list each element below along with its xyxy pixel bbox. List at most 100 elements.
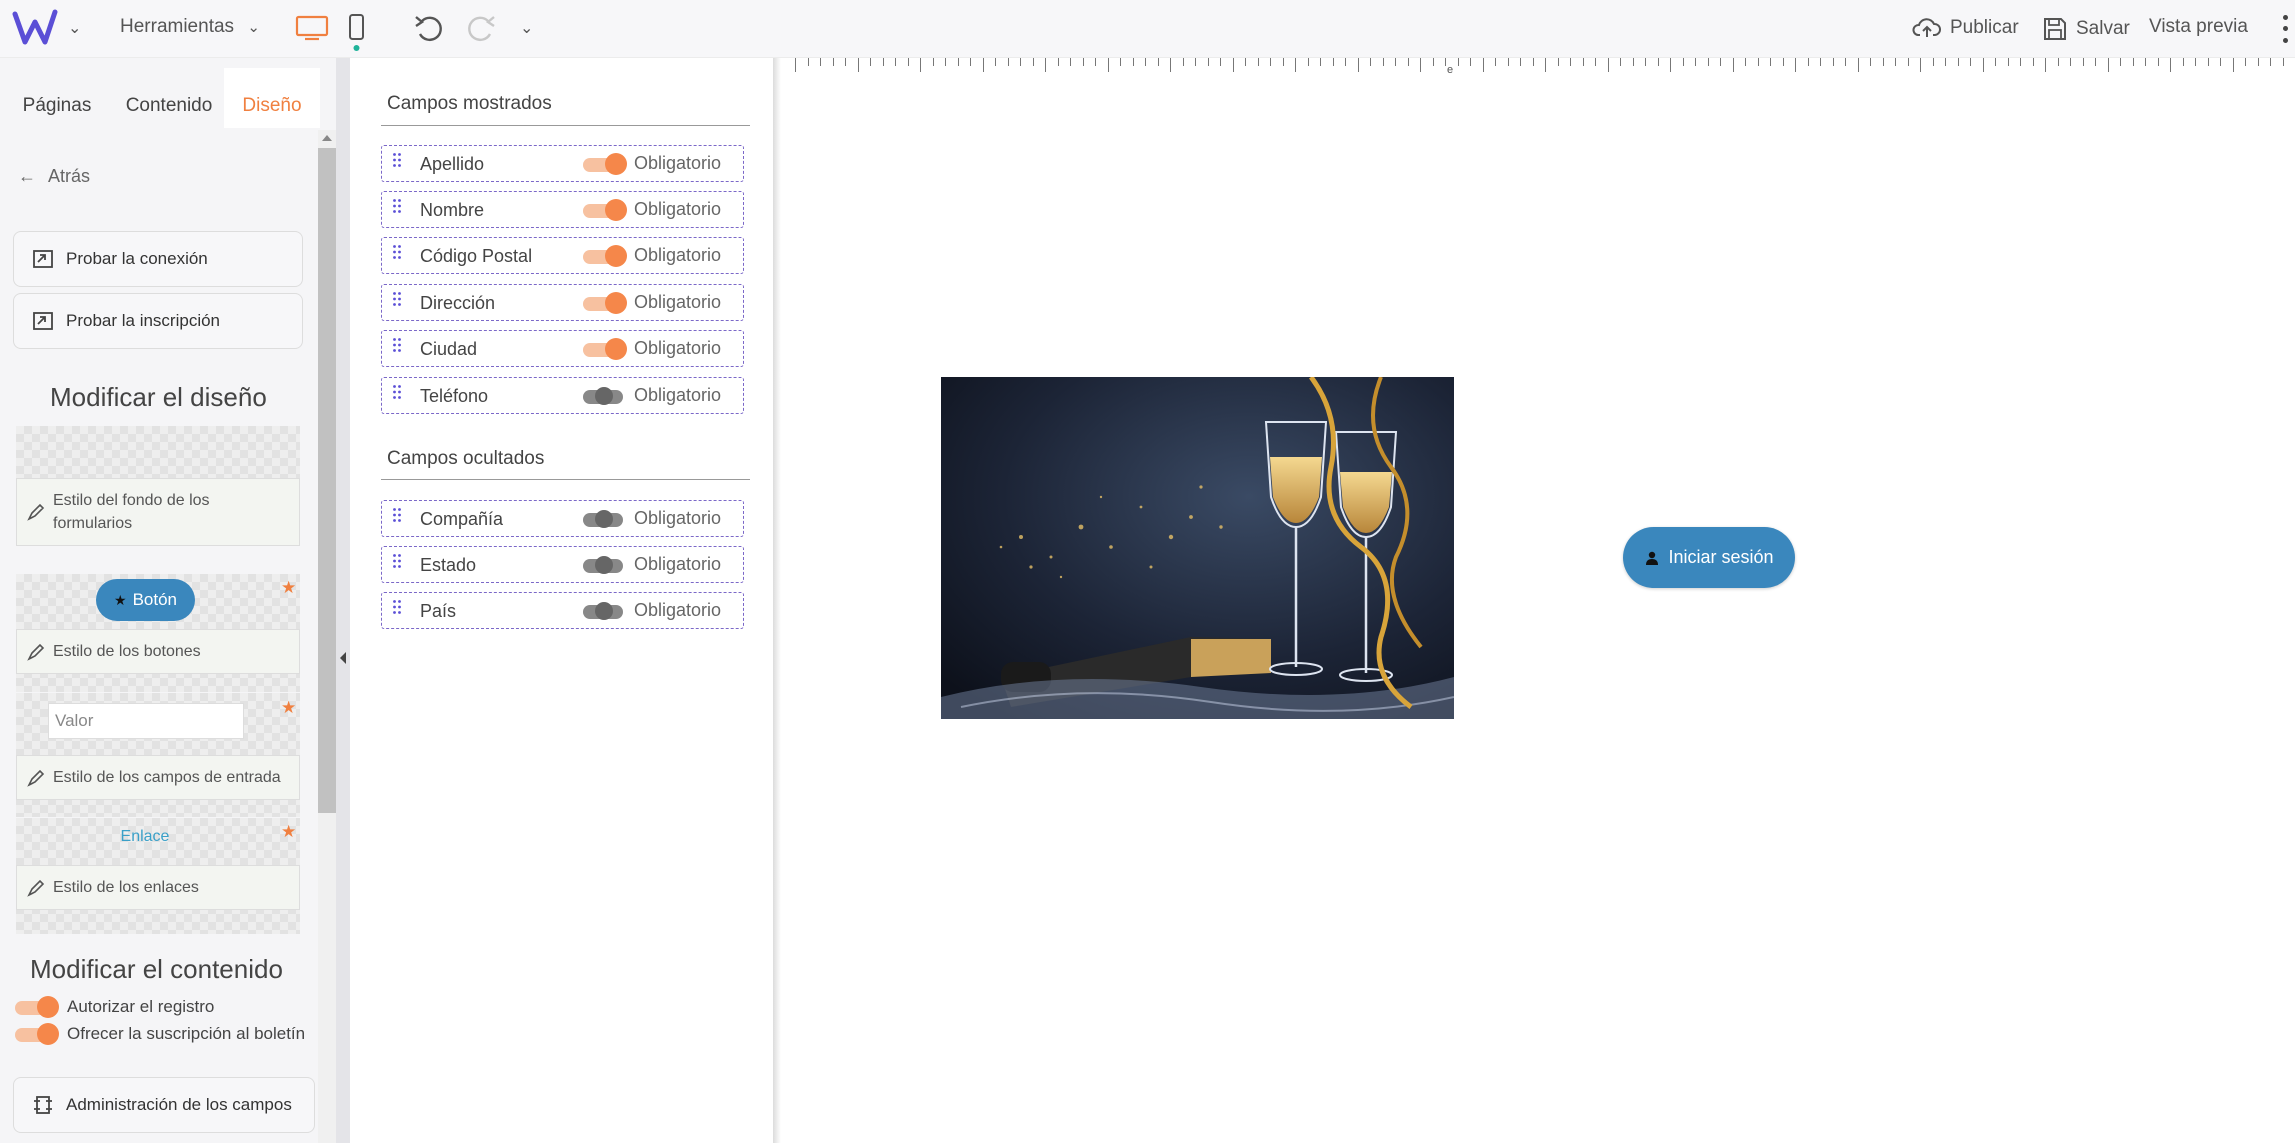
drag-handle-icon[interactable] [392, 198, 402, 214]
drag-handle-icon[interactable] [392, 507, 402, 523]
ruler-tick [1033, 58, 1034, 66]
logo-menu-chevron-icon[interactable]: ⌄ [68, 18, 81, 38]
login-button[interactable]: Iniciar sesión [1623, 527, 1795, 588]
ruler-tick [1833, 58, 1834, 66]
left-panel-scrollbar-thumb[interactable] [318, 148, 336, 813]
ruler-tick [858, 58, 859, 72]
newsletter-toggle[interactable] [13, 1023, 59, 1045]
ruler-tick [845, 58, 846, 66]
field-row-estado[interactable]: Estado Obligatorio [381, 546, 744, 583]
field-row-ciudad[interactable]: Ciudad Obligatorio [381, 330, 744, 367]
undo-icon[interactable] [412, 12, 446, 44]
ruler-tick [1120, 58, 1121, 66]
allow-registration-label: Autorizar el registro [67, 997, 215, 1016]
floppy-disk-icon [2044, 18, 2066, 40]
field-row-nombre[interactable]: Nombre Obligatorio [381, 191, 744, 228]
field-row-pais[interactable]: País Obligatorio [381, 592, 744, 629]
history-menu-chevron-icon[interactable]: ⌄ [520, 18, 533, 38]
brush-icon [27, 503, 45, 521]
drag-handle-icon[interactable] [392, 553, 402, 569]
test-connection-label: Probar la conexión [66, 249, 208, 268]
back-label: Atrás [48, 166, 91, 186]
input-style-label: Estilo de los campos de entrada [53, 769, 281, 786]
ruler-tick [1883, 58, 1884, 66]
ruler-tick [2095, 58, 2096, 66]
drag-handle-icon[interactable] [392, 599, 402, 615]
publish-button[interactable]: Publicar [1912, 16, 2019, 40]
required-toggle[interactable] [581, 338, 627, 360]
button-style-button[interactable]: Estilo de los botones [16, 629, 300, 674]
ruler-tick [1070, 58, 1071, 66]
panel-splitter[interactable] [336, 58, 350, 1143]
drag-handle-icon[interactable] [392, 337, 402, 353]
drag-handle-icon[interactable] [392, 244, 402, 260]
allow-registration-toggle[interactable] [13, 996, 59, 1018]
required-toggle[interactable] [581, 600, 627, 622]
required-toggle[interactable] [581, 245, 627, 267]
hidden-fields-title: Campos ocultados [387, 448, 545, 469]
drag-handle-icon[interactable] [392, 152, 402, 168]
allow-registration-toggle-row[interactable]: Autorizar el registro [13, 996, 214, 1018]
tab-design[interactable]: Diseño [224, 68, 320, 128]
required-toggle[interactable] [581, 554, 627, 576]
newsletter-toggle-row[interactable]: Ofrecer la suscripción al boletín [13, 1023, 305, 1045]
collapse-panel-icon[interactable] [340, 652, 346, 664]
tab-content[interactable]: Contenido [114, 68, 224, 128]
input-style-button[interactable]: Estilo de los campos de entrada [16, 755, 300, 800]
ruler-tick [1258, 58, 1259, 66]
mobile-view-icon[interactable] [347, 12, 367, 52]
ruler-tick [2145, 58, 2146, 66]
star-icon: ★ [281, 578, 297, 597]
champagne-image[interactable] [941, 377, 1454, 719]
desktop-view-icon[interactable] [294, 14, 330, 42]
chevron-down-icon: ⌄ [247, 19, 260, 36]
tab-pages[interactable]: Páginas [0, 68, 114, 128]
ruler-tick [1233, 58, 1234, 72]
fields-admin-button[interactable]: Administración de los campos [13, 1077, 315, 1133]
required-toggle[interactable] [581, 385, 627, 407]
ruler-tick [2233, 58, 2234, 72]
field-row-codigo-postal[interactable]: Código Postal Obligatorio [381, 237, 744, 274]
ruler-tick [1220, 58, 1221, 66]
redo-icon[interactable] [464, 12, 498, 44]
form-background-style-button[interactable]: Estilo del fondo de los formularios [16, 478, 300, 546]
ruler-tick [1945, 58, 1946, 66]
ruler-tick [820, 58, 821, 66]
scroll-up-arrow-icon[interactable] [322, 135, 332, 141]
ruler-tick [1458, 58, 1459, 66]
field-row-telefono[interactable]: Teléfono Obligatorio [381, 377, 744, 414]
wix-logo-icon[interactable] [12, 8, 58, 48]
ruler-tick [1108, 58, 1109, 72]
tools-menu[interactable]: Herramientas ⌄ [120, 16, 260, 38]
tools-menu-label: Herramientas [120, 16, 235, 37]
ruler-tick [908, 58, 909, 66]
preview-button[interactable]: Vista previa [2149, 16, 2248, 38]
drag-handle-icon[interactable] [392, 384, 402, 400]
ruler-tick [2070, 58, 2071, 66]
field-row-direccion[interactable]: Dirección Obligatorio [381, 284, 744, 321]
ruler-tick [1133, 58, 1134, 66]
required-label: Obligatorio [634, 292, 722, 312]
ruler-tick [1533, 58, 1534, 66]
field-row-compania[interactable]: Compañía Obligatorio [381, 500, 744, 537]
required-toggle[interactable] [581, 292, 627, 314]
ruler-tick [1383, 58, 1384, 66]
link-style-button[interactable]: Estilo de los enlaces [16, 865, 300, 910]
ruler-tick [1508, 58, 1509, 66]
ruler-tick [1645, 58, 1646, 66]
drag-handle-icon[interactable] [392, 291, 402, 307]
save-button[interactable]: Salvar [2042, 16, 2130, 42]
required-toggle[interactable] [581, 508, 627, 530]
required-toggle[interactable] [581, 153, 627, 175]
ruler-tick [2208, 58, 2209, 66]
ruler-tick [1420, 58, 1421, 72]
required-label: Obligatorio [634, 385, 722, 405]
back-link[interactable]: ← Atrás [18, 166, 90, 187]
field-row-apellido[interactable]: Apellido Obligatorio [381, 145, 744, 182]
ruler-tick [1983, 58, 1984, 72]
test-connection-button[interactable]: Probar la conexión [13, 231, 303, 287]
test-signup-button[interactable]: Probar la inscripción [13, 293, 303, 349]
required-toggle[interactable] [581, 199, 627, 221]
ruler-tick [1395, 58, 1396, 66]
more-options-icon[interactable] [2281, 12, 2289, 46]
